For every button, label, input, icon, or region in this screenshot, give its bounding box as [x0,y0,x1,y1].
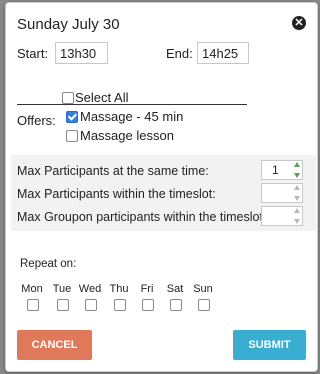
dialog-title: Sunday July 30 [17,16,120,33]
max-groupon-spinner[interactable] [261,206,303,226]
offers-divider [17,104,247,105]
day-checkbox-thu[interactable] [114,299,126,311]
max-timeslot-label: Max Participants within the timeslot: [17,187,216,201]
start-time-input[interactable]: 13h30 [55,42,108,64]
day-label-sun: Sun [193,283,213,295]
end-time-input[interactable]: 14h25 [197,42,249,64]
cancel-button[interactable]: CANCEL [17,330,92,360]
day-label-tue: Tue [52,283,72,295]
day-checkbox-wed[interactable] [85,299,97,311]
max-same-time-spinner[interactable]: 1 [261,160,303,180]
spinner-arrows-icon[interactable] [292,208,301,224]
start-label: Start: [17,46,49,61]
spinner-arrows-icon[interactable] [292,162,301,178]
close-icon[interactable]: ✕ [292,16,306,30]
increment-icon[interactable] [293,208,300,213]
repeat-label: Repeat on: [20,258,77,270]
offer-massage-lesson-checkbox[interactable] [66,130,78,142]
offer-massage-lesson-label: Massage lesson [80,128,174,143]
day-checkbox-mon[interactable] [27,299,39,311]
max-timeslot-spinner[interactable] [261,183,303,203]
day-label-mon: Mon [21,283,43,295]
max-same-time-value: 1 [272,163,279,177]
max-same-time-label: Max Participants at the same time: [17,164,209,178]
schedule-dialog: Sunday July 30 ✕ Start: 13h30 End: 14h25… [5,2,318,372]
increment-icon[interactable] [293,185,300,190]
max-groupon-label: Max Groupon participants within the time… [17,210,267,224]
decrement-icon[interactable] [293,219,300,224]
day-checkbox-fri[interactable] [142,299,154,311]
end-label: End: [166,46,193,61]
increment-icon[interactable] [293,162,300,167]
select-all-checkbox[interactable] [62,92,74,104]
decrement-icon[interactable] [293,173,300,178]
spinner-arrows-icon[interactable] [292,185,301,201]
submit-button[interactable]: SUBMIT [233,330,306,360]
day-label-wed: Wed [78,283,102,295]
day-checkbox-tue[interactable] [57,299,69,311]
select-all-label: Select All [75,90,129,105]
offers-label: Offers: [17,113,56,128]
day-label-sat: Sat [166,283,184,295]
day-checkbox-sat[interactable] [170,299,182,311]
offer-massage-45-label: Massage - 45 min [80,109,184,124]
day-checkbox-sun[interactable] [198,299,210,311]
offer-massage-45-checkbox[interactable] [66,111,78,123]
day-label-thu: Thu [109,283,129,295]
day-label-fri: Fri [140,283,154,295]
decrement-icon[interactable] [293,196,300,201]
